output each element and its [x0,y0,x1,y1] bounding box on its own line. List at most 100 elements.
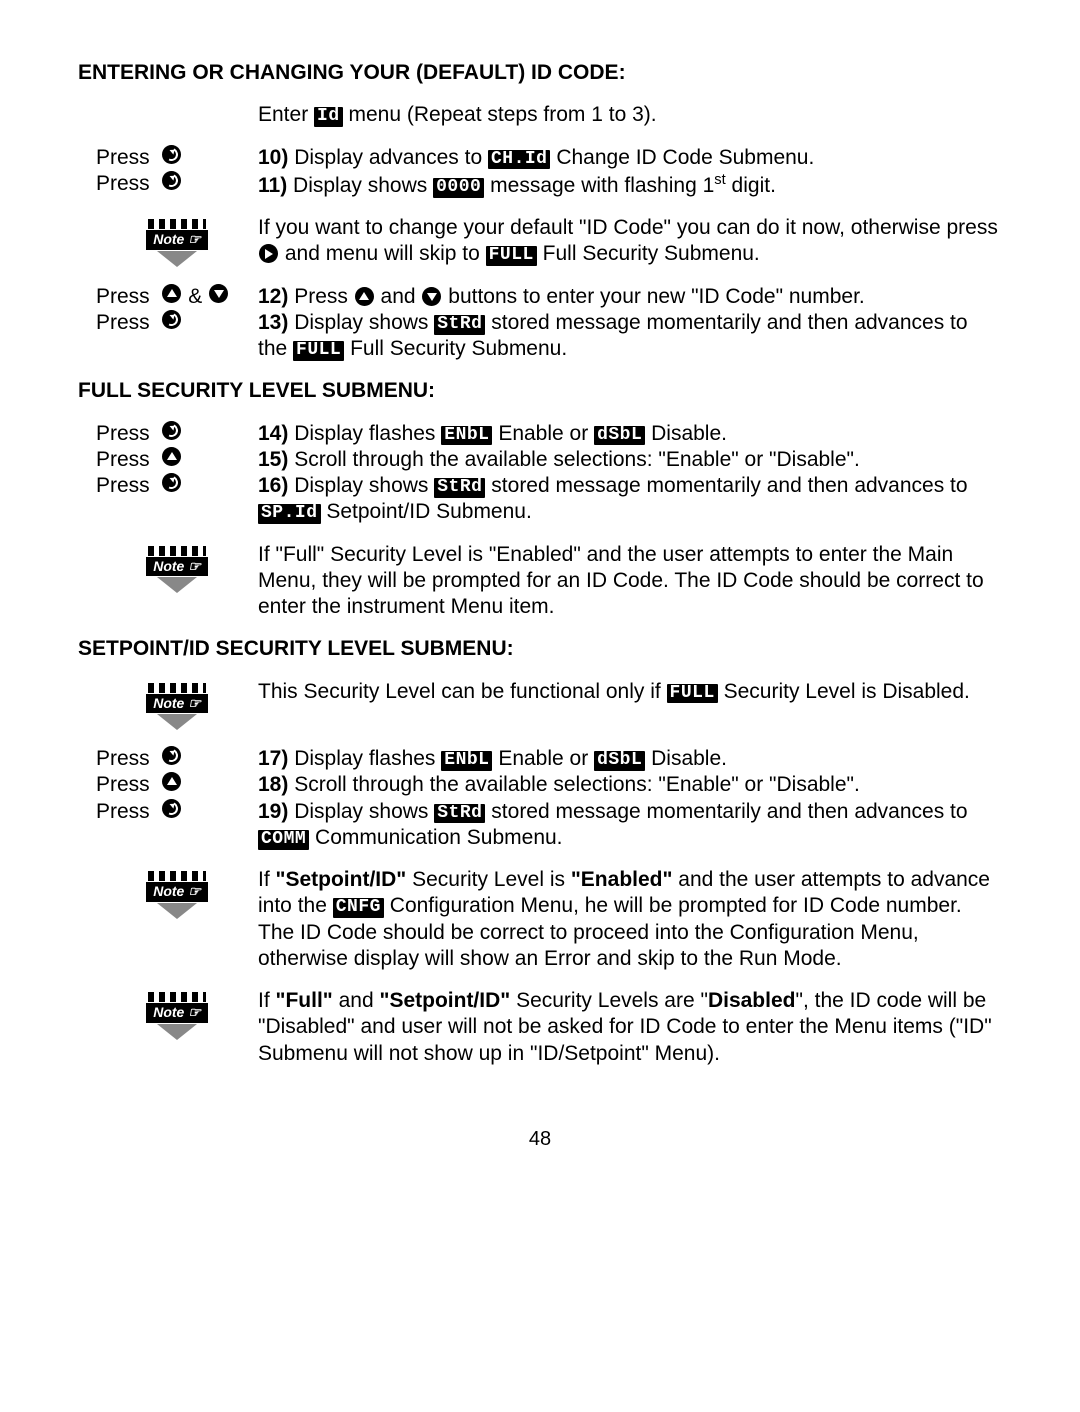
note-icon: Note ☞ [146,871,208,919]
step-text: Display shows [287,174,433,197]
note-text-bold: "Enabled" [571,868,673,891]
step-number: 11) [258,174,287,197]
step-text: Display flashes [288,747,441,770]
note-text: If "Full" Security Level is "Enabled" an… [258,542,1002,621]
step-16-row: Press 16) Display shows StRd stored mess… [78,473,1002,526]
badge-strd: StRd [434,478,485,498]
note-icon: Note ☞ [146,683,208,731]
press-label: Press [96,746,150,772]
note-text: Full Security Submenu. [537,242,760,265]
step-12-row: Press & 12) Press and buttons to enter y… [78,284,1002,310]
note-text: If [258,989,276,1012]
enter-label: Enter [258,103,308,126]
step-text: stored message momentarily and then adva… [485,800,967,823]
step-text: Scroll through the available selections:… [288,448,859,471]
note-2-row: Note ☞ If "Full" Security Level is "Enab… [78,542,1002,621]
note-label: Note ☞ [146,882,208,902]
note-text-bold: "Setpoint/ID" [276,868,407,891]
note-4-row: Note ☞ If "Setpoint/ID" Security Level i… [78,867,1002,972]
step-text: Full Security Submenu. [344,337,567,360]
enter-icon [162,421,181,440]
note-label: Note ☞ [146,230,208,250]
badge-cnfg: CNFG [333,898,384,918]
note-text-bold: "Full" [276,989,333,1012]
note-text: If you want to change your default "ID C… [258,216,998,239]
step-text: Change ID Code Submenu. [550,146,814,169]
note-text: and menu will skip to [279,242,486,265]
step-text: Display shows [288,800,434,823]
note-icon: Note ☞ [146,219,208,267]
step-number: 12) [258,285,288,308]
badge-strd: StRd [434,315,485,335]
badge-0000: 0000 [433,178,484,198]
badge-spid: SP.Id [258,504,321,524]
step-text: buttons to enter your new "ID Code" numb… [442,285,864,308]
press-label: Press [96,145,150,171]
note-1-row: Note ☞ If you want to change your defaul… [78,215,1002,268]
right-icon [259,244,278,263]
step-13-row: Press 13) Display shows StRd stored mess… [78,310,1002,363]
badge-comm: COMM [258,830,309,850]
badge-full: FULL [486,246,537,266]
press-label: Press [96,799,150,825]
press-label: Press [96,284,150,310]
step-11-row: Press 11) Display shows 0000 message wit… [78,171,1002,199]
step-number: 18) [258,773,288,796]
press-label: Press [96,310,150,336]
badge-dsbl: dSbL [594,426,645,446]
step-text: Display flashes [288,422,441,445]
step-text: Display shows [288,474,434,497]
note-text: This Security Level can be functional on… [258,680,667,703]
sup-st: st [714,172,725,188]
badge-enbl: ENbL [441,751,492,771]
step-text: stored message momentarily and then adva… [485,474,967,497]
badge-chid: CH.Id [488,150,551,170]
step-18-row: Press 18) Scroll through the available s… [78,772,1002,798]
step-text: Communication Submenu. [309,826,562,849]
step-text: message with flashing 1 [484,174,714,197]
up-icon [162,284,181,303]
page-number: 48 [78,1127,1002,1152]
step-number: 17) [258,747,288,770]
step-text: Display advances to [288,146,488,169]
badge-dsbl: dSbL [594,751,645,771]
note-label: Note ☞ [146,557,208,577]
step-text: Enable or [492,422,594,445]
note-text: If [258,868,276,891]
badge-strd: StRd [434,804,485,824]
badge-full: FULL [667,684,718,704]
step-number: 10) [258,146,288,169]
step-text: Scroll through the available selections:… [288,773,859,796]
heading-setpoint-id: SETPOINT/ID SECURITY LEVEL SUBMENU: [78,636,1002,662]
note-text: Security Levels are " [510,989,708,1012]
step-text: Setpoint/ID Submenu. [321,500,532,523]
heading-entering-id: ENTERING OR CHANGING YOUR (DEFAULT) ID C… [78,60,1002,86]
step-text: Enable or [492,747,594,770]
step-text: Disable. [645,747,727,770]
press-label: Press [96,447,150,473]
up-icon [162,447,181,466]
step-19-row: Press 19) Display shows StRd stored mess… [78,799,1002,852]
intro-row: Enter Id menu (Repeat steps from 1 to 3)… [78,102,1002,128]
step-10-row: Press 10) Display advances to CH.Id Chan… [78,145,1002,171]
enter-icon [162,145,181,164]
note-3-row: Note ☞ This Security Level can be functi… [78,679,1002,731]
badge-id: Id [314,107,343,127]
up-icon [162,772,181,791]
note-icon: Note ☞ [146,546,208,594]
press-label: Press [96,772,150,798]
note-text-bold: Disabled [708,989,796,1012]
badge-enbl: ENbL [441,426,492,446]
step-number: 13) [258,311,288,334]
step-text: and [375,285,422,308]
note-label: Note ☞ [146,694,208,714]
step-15-row: Press 15) Scroll through the available s… [78,447,1002,473]
step-number: 14) [258,422,288,445]
badge-full: FULL [293,341,344,361]
note-label: Note ☞ [146,1003,208,1023]
note-5-row: Note ☞ If "Full" and "Setpoint/ID" Secur… [78,988,1002,1067]
press-label: Press [96,473,150,499]
press-label: Press [96,171,150,197]
down-icon [422,287,441,306]
intro-text: menu (Repeat steps from 1 to 3). [343,103,657,126]
